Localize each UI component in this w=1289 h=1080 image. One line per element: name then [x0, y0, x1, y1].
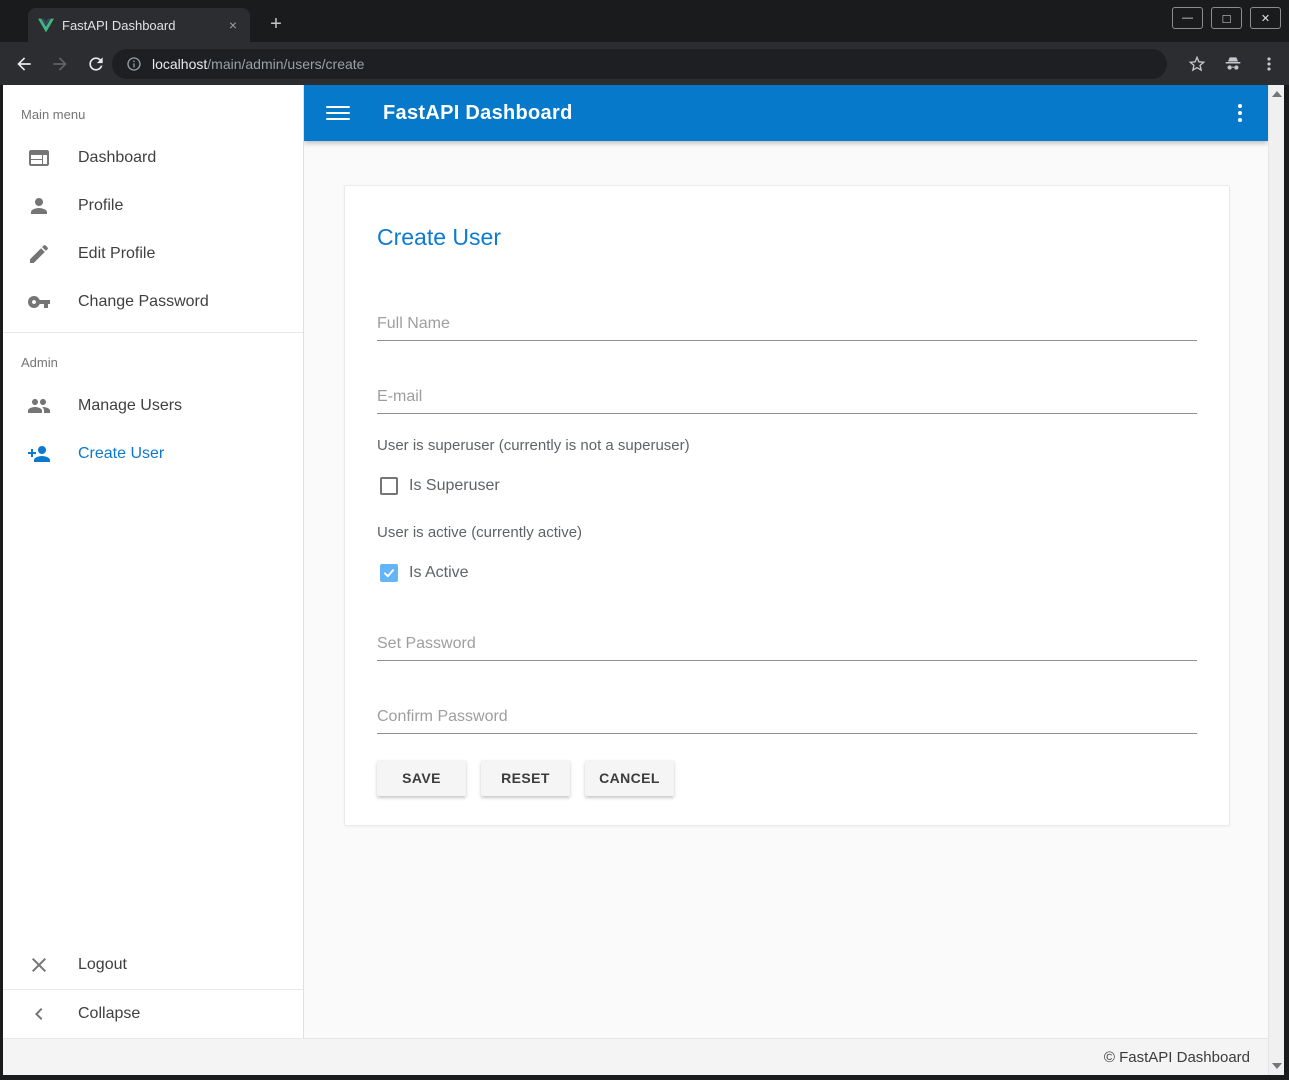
active-helper-text: User is active (currently active): [377, 524, 1197, 541]
info-icon[interactable]: [126, 56, 142, 72]
browser-toolbar: localhost/main/admin/users/create: [0, 42, 1289, 85]
tab-close-icon[interactable]: ×: [224, 16, 242, 34]
app-footer: © FastAPI Dashboard: [3, 1038, 1268, 1075]
set-password-field[interactable]: [377, 631, 1197, 661]
forward-icon[interactable]: [48, 52, 72, 76]
scrollbar-down-arrow-icon[interactable]: [1272, 1063, 1282, 1069]
sidebar-item-logout[interactable]: Logout: [3, 941, 303, 989]
new-tab-button[interactable]: +: [262, 11, 290, 39]
browser-tab-strip: FastAPI Dashboard × + — □ ✕: [0, 0, 1289, 42]
cancel-button[interactable]: CANCEL: [585, 760, 674, 796]
app-title: FastAPI Dashboard: [383, 102, 573, 125]
app-bar: FastAPI Dashboard: [304, 85, 1268, 141]
sidebar-item-change-password[interactable]: Change Password: [3, 278, 303, 326]
page-title: Create User: [377, 224, 1197, 251]
is-superuser-label: Is Superuser: [409, 477, 500, 495]
browser-menu-kebab-icon[interactable]: [1259, 54, 1279, 74]
full-name-field[interactable]: [377, 311, 1197, 341]
person-add-icon: [27, 442, 51, 466]
dashboard-icon: [27, 146, 51, 170]
email-field[interactable]: [377, 384, 1197, 414]
sidebar-item-manage-users[interactable]: Manage Users: [3, 382, 303, 430]
chevron-left-icon: [27, 1002, 51, 1026]
hamburger-menu-icon[interactable]: [326, 101, 350, 125]
vertical-scrollbar[interactable]: [1268, 85, 1284, 1075]
scrollbar-up-arrow-icon[interactable]: [1272, 91, 1282, 97]
sidebar: Main menu Dashboard Profile Edit Profile…: [3, 85, 304, 1038]
superuser-helper-text: User is superuser (currently is not a su…: [377, 437, 1197, 454]
back-icon[interactable]: [12, 52, 36, 76]
people-icon: [27, 394, 51, 418]
is-active-checkbox[interactable]: [380, 564, 398, 582]
sidebar-item-edit-profile[interactable]: Edit Profile: [3, 230, 303, 278]
browser-tab[interactable]: FastAPI Dashboard ×: [28, 8, 250, 42]
tab-title: FastAPI Dashboard: [62, 18, 224, 33]
confirm-password-field[interactable]: [377, 704, 1197, 734]
save-button[interactable]: SAVE: [377, 760, 466, 796]
page-viewport: Main menu Dashboard Profile Edit Profile…: [3, 85, 1284, 1075]
create-user-card: Create User User is superuser (currently…: [344, 185, 1230, 826]
pencil-icon: [27, 242, 51, 266]
sidebar-spacer: [3, 478, 303, 941]
sidebar-section-main-menu: Main menu: [3, 85, 303, 134]
incognito-icon: [1223, 54, 1243, 74]
sidebar-section-admin: Admin: [3, 333, 303, 382]
window-maximize-button[interactable]: □: [1211, 7, 1242, 29]
window-minimize-button[interactable]: —: [1172, 7, 1203, 29]
reload-icon[interactable]: [84, 52, 108, 76]
url-text: localhost/main/admin/users/create: [152, 56, 364, 72]
is-superuser-checkbox[interactable]: [380, 477, 398, 495]
sidebar-item-create-user[interactable]: Create User: [3, 430, 303, 478]
bookmark-star-icon[interactable]: [1187, 54, 1207, 74]
close-x-icon: [27, 953, 51, 977]
vue-logo-icon: [38, 18, 54, 33]
copyright-text: © FastAPI Dashboard: [1104, 1049, 1250, 1066]
sidebar-item-profile[interactable]: Profile: [3, 182, 303, 230]
key-icon: [27, 290, 51, 314]
address-bar[interactable]: localhost/main/admin/users/create: [112, 49, 1167, 79]
sidebar-item-dashboard[interactable]: Dashboard: [3, 134, 303, 182]
app-menu-kebab-icon[interactable]: [1238, 104, 1242, 122]
is-active-label: Is Active: [409, 564, 469, 582]
sidebar-item-collapse[interactable]: Collapse: [3, 990, 303, 1038]
window-close-button[interactable]: ✕: [1250, 7, 1281, 29]
reset-button[interactable]: RESET: [481, 760, 570, 796]
person-icon: [27, 194, 51, 218]
main-content-area: FastAPI Dashboard Create User User is su…: [304, 85, 1268, 1038]
